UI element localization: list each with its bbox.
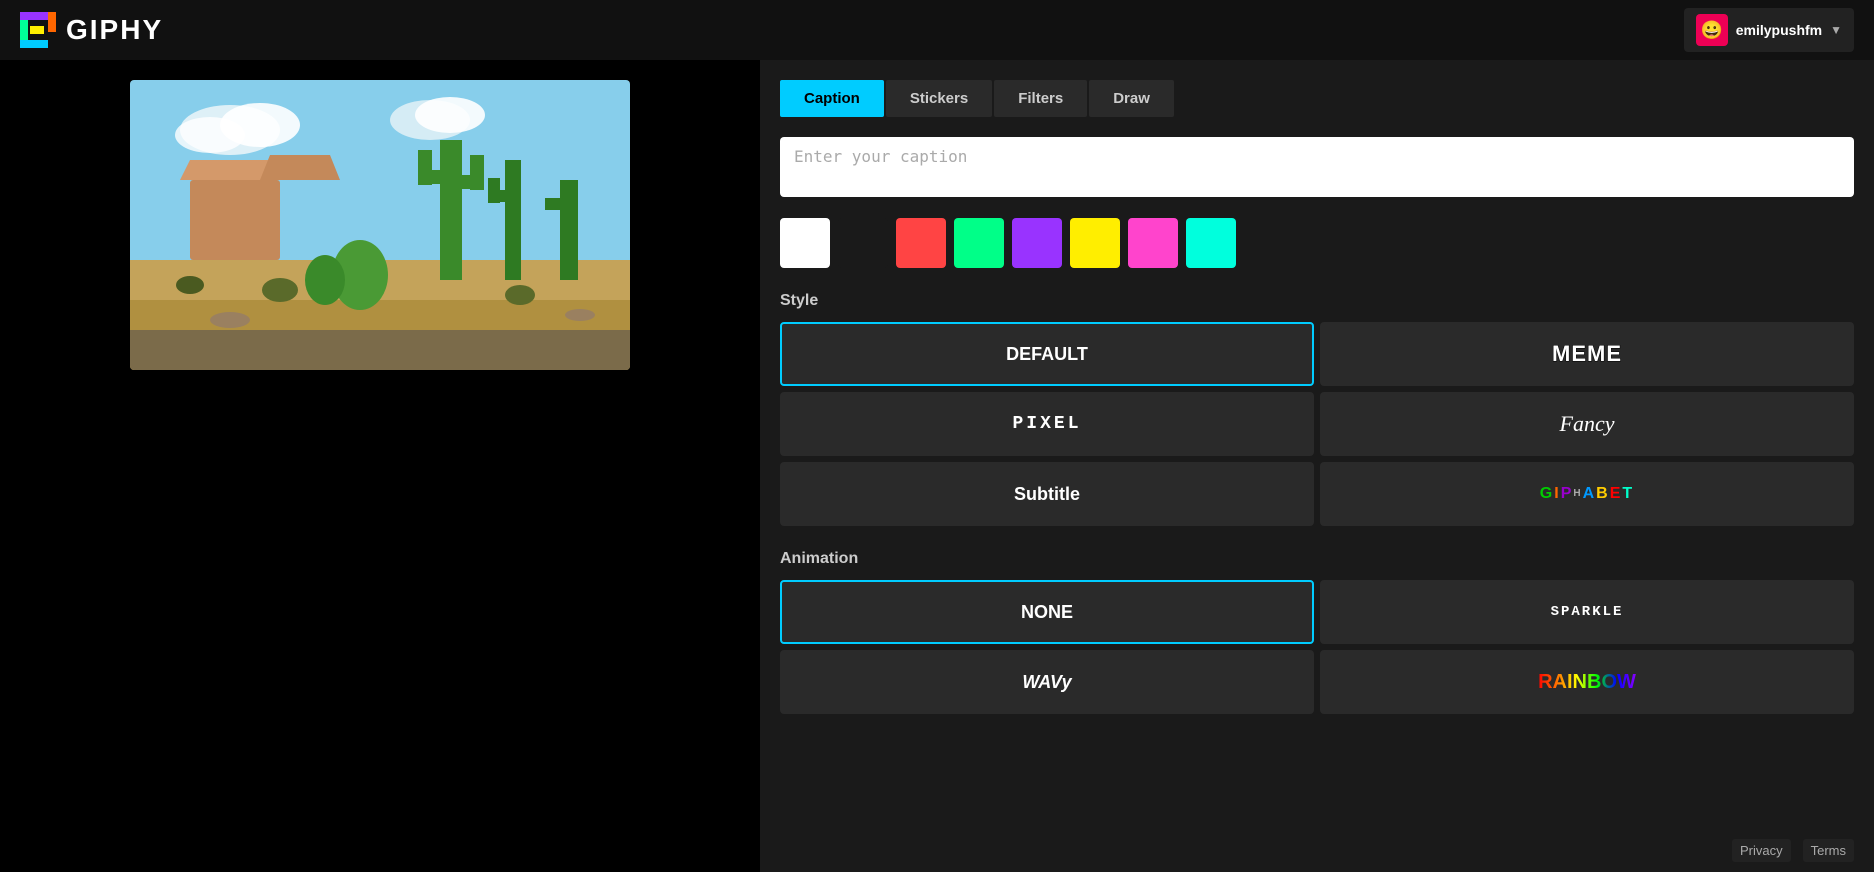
tab-filters[interactable]: Filters [994,80,1087,117]
color-swatch-yellow[interactable] [1070,218,1120,268]
style-fancy[interactable]: Fancy [1320,392,1854,456]
logo-area: GIPHY [20,12,163,48]
left-panel [0,60,760,872]
color-swatch-row [780,218,1854,268]
tab-draw[interactable]: Draw [1089,80,1174,117]
style-subtitle[interactable]: Subtitle [780,462,1314,526]
tab-bar: Caption Stickers Filters Draw [780,80,1854,117]
terms-link[interactable]: Terms [1803,839,1854,862]
tab-caption[interactable]: Caption [780,80,884,117]
style-section-label: Style [780,292,1854,310]
main-layout: Caption Stickers Filters Draw Style DEFA… [0,60,1874,872]
right-panel: Caption Stickers Filters Draw Style DEFA… [760,60,1874,872]
avatar: 😀 [1696,14,1728,46]
anim-wavy[interactable]: WAVy [780,650,1314,714]
anim-sparkle[interactable]: SPARKLE [1320,580,1854,644]
animation-section-label: Animation [780,550,1854,568]
color-swatch-purple[interactable] [1012,218,1062,268]
giphy-logo-icon [20,12,56,48]
tab-stickers[interactable]: Stickers [886,80,992,117]
privacy-link[interactable]: Privacy [1732,839,1791,862]
color-swatch-cyan[interactable] [1186,218,1236,268]
style-meme[interactable]: MEME [1320,322,1854,386]
color-swatch-pink[interactable] [1128,218,1178,268]
gif-preview [130,80,630,370]
logo-text: GIPHY [66,14,163,46]
style-default[interactable]: DEFAULT [780,322,1314,386]
color-swatch-green[interactable] [954,218,1004,268]
anim-rainbow[interactable]: RAINBOW [1320,650,1854,714]
anim-none[interactable]: NONE [780,580,1314,644]
style-grid: DEFAULT MEME PIXEL Fancy Subtitle GIPHAB… [780,322,1854,526]
color-swatch-white[interactable] [780,218,830,268]
header: GIPHY 😀 emilypushfm ▼ [0,0,1874,60]
style-alphabet[interactable]: GIPHABET [1320,462,1854,526]
caption-input[interactable] [780,137,1854,197]
color-swatch-black[interactable] [838,218,888,268]
desert-gif [130,80,630,370]
username-label: emilypushfm [1736,22,1822,38]
animation-grid: NONE SPARKLE WAVy RAINBOW [780,580,1854,714]
style-pixel[interactable]: PIXEL [780,392,1314,456]
color-swatch-red[interactable] [896,218,946,268]
dropdown-arrow-icon: ▼ [1830,23,1842,37]
user-menu[interactable]: 😀 emilypushfm ▼ [1684,8,1854,52]
footer: Privacy Terms [1732,839,1854,862]
